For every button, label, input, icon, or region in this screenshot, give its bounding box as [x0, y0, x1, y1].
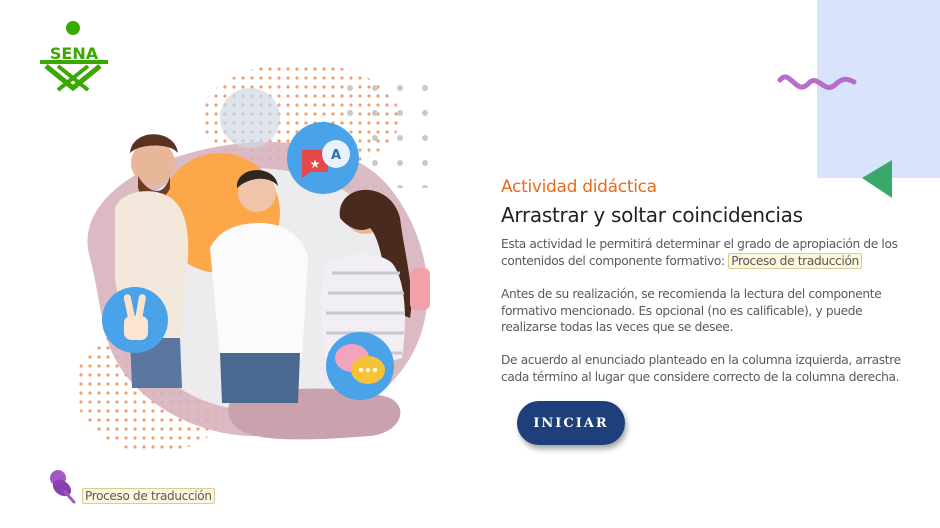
sign-language-illustration: ★ A — [75, 63, 445, 453]
footer-component-label: Proceso de traducción — [82, 488, 215, 504]
pushpin-icon — [50, 470, 76, 504]
activity-type-label: Actividad didáctica — [501, 177, 657, 197]
svg-text:A: A — [331, 148, 341, 163]
wave-decoration — [777, 74, 857, 90]
description-paragraph-1: Esta actividad le permitirá determinar e… — [501, 236, 911, 269]
translate-icon: ★ A — [287, 122, 359, 194]
svg-text:★: ★ — [310, 157, 321, 171]
description-paragraph-3: De acuerdo al enunciado planteado en la … — [501, 353, 901, 384]
peace-hand-icon — [102, 287, 168, 353]
triangle-decoration — [862, 160, 892, 198]
activity-title: Arrastrar y soltar coincidencias — [501, 203, 803, 227]
chat-bubbles-icon — [326, 332, 394, 400]
start-button[interactable]: INICIAR — [517, 401, 625, 445]
description-paragraph-2: Antes de su realización, se recomienda l… — [501, 287, 882, 334]
component-name-tag: Proceso de traducción — [728, 252, 862, 269]
